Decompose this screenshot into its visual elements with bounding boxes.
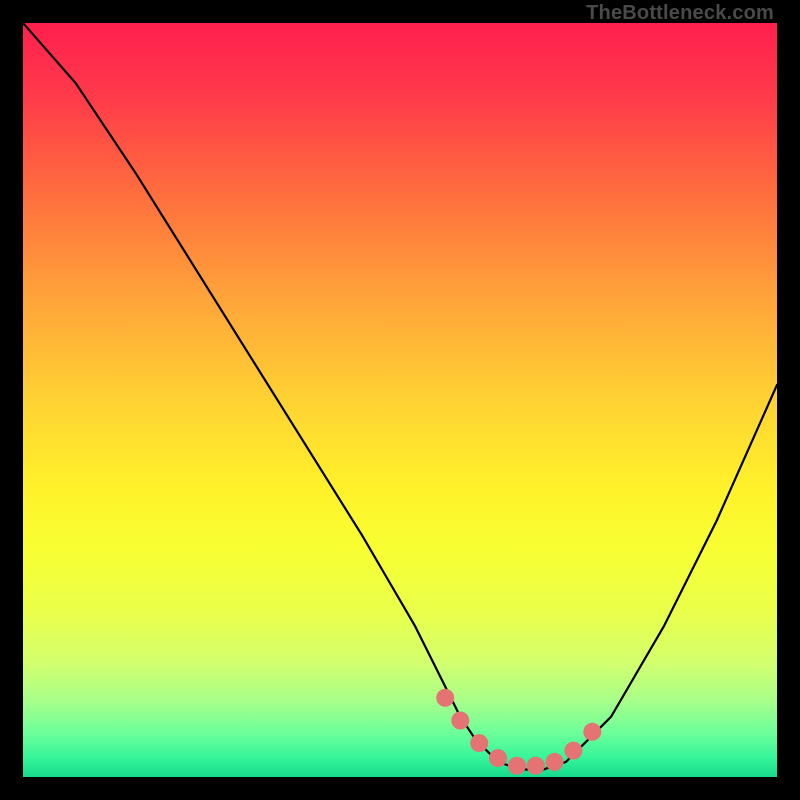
valley-markers xyxy=(436,689,601,775)
valley-marker xyxy=(489,749,507,767)
plot-area xyxy=(23,23,777,777)
watermark-text: TheBottleneck.com xyxy=(586,2,774,25)
valley-marker xyxy=(436,689,454,707)
curve-line xyxy=(23,23,777,770)
valley-marker xyxy=(451,712,469,730)
valley-marker xyxy=(564,742,582,760)
valley-marker xyxy=(527,757,545,775)
chart-svg xyxy=(23,23,777,777)
valley-marker xyxy=(470,734,488,752)
valley-marker xyxy=(546,753,564,771)
valley-marker xyxy=(508,757,526,775)
chart-frame: TheBottleneck.com xyxy=(0,0,800,800)
valley-marker xyxy=(583,723,601,741)
